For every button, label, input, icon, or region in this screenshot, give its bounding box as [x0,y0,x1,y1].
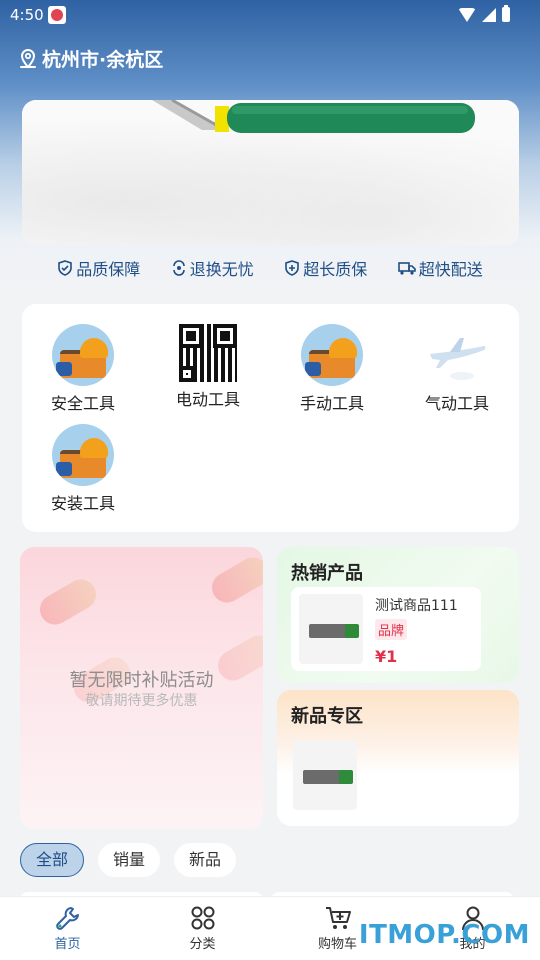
location-selector[interactable]: 杭州市·余杭区 [18,45,163,72]
decoration [34,574,102,630]
product-name: 测试商品111 [375,598,458,614]
hot-products-card[interactable]: 热销产品 测试商品111 品牌 ¥1 [277,547,519,683]
hot-product-item[interactable]: 测试商品111 品牌 ¥1 [291,587,481,671]
feature-return: 退换无忧 [171,257,254,279]
category-pneumatic-tools[interactable]: 气动工具 [402,324,512,414]
shield-check-icon [58,260,73,276]
filter-tab-new[interactable]: 新品 [174,843,237,877]
toolbox-icon [301,324,363,386]
location-pin-icon [20,48,36,68]
product-price: ¥1 [375,647,398,666]
status-time: 4:50 [10,6,44,24]
toolbox-icon [52,324,114,386]
product-filter-tabs: 全部 销量 新品 [20,843,237,877]
category-power-tools[interactable]: 电动工具 [153,324,263,410]
wifi-icon [458,7,476,22]
airplane-icon [426,324,488,386]
subsidy-empty-subtitle: 敬请期待更多优惠 [85,693,198,709]
grid-icon [191,906,214,930]
status-bar: 4:50 [0,0,540,30]
new-products-title: 新品专区 [291,706,363,727]
toolbox-icon [52,424,114,486]
product-thumbnail [299,594,363,664]
banner-carousel[interactable] [22,100,519,245]
signal-icon [482,7,496,22]
product-brand-badge: 品牌 [375,619,408,640]
category-card: 安全工具 电动工具 手动工具 气动工具 安装工具 [22,304,519,532]
filter-tab-all[interactable]: 全部 [20,843,85,877]
nav-home[interactable]: 首页 [23,897,113,960]
shield-plus-icon [285,260,300,276]
exchange-icon [172,260,185,276]
location-text: 杭州市·余杭区 [42,49,164,71]
decoration [206,552,263,608]
product-thumbnail[interactable] [293,740,357,810]
feature-warranty: 超长质保 [284,257,367,279]
truck-icon [397,262,416,275]
qr-code-icon [179,324,237,382]
feature-quality: 品质保障 [57,257,140,279]
hot-products-title: 热销产品 [291,563,363,584]
wrench-icon [55,907,79,930]
battery-icon [502,5,510,22]
app-notification-icon [48,6,66,24]
nav-category[interactable]: 分类 [158,897,248,960]
banner-wrench-image [152,100,475,133]
category-safety-tools[interactable]: 安全工具 [28,324,138,414]
service-features: 品质保障 退换无忧 超长质保 超快配送 [0,257,540,279]
subsidy-empty-title: 暂无限时补贴活动 [69,670,214,691]
site-watermark: ITMOP.COM [358,920,530,950]
cart-icon [325,907,351,929]
filter-tab-sales[interactable]: 销量 [98,843,161,877]
category-hand-tools[interactable]: 手动工具 [277,324,387,414]
category-install-tools[interactable]: 安装工具 [28,424,138,514]
feature-delivery: 超快配送 [397,257,483,279]
new-products-card[interactable]: 新品专区 [277,690,519,826]
